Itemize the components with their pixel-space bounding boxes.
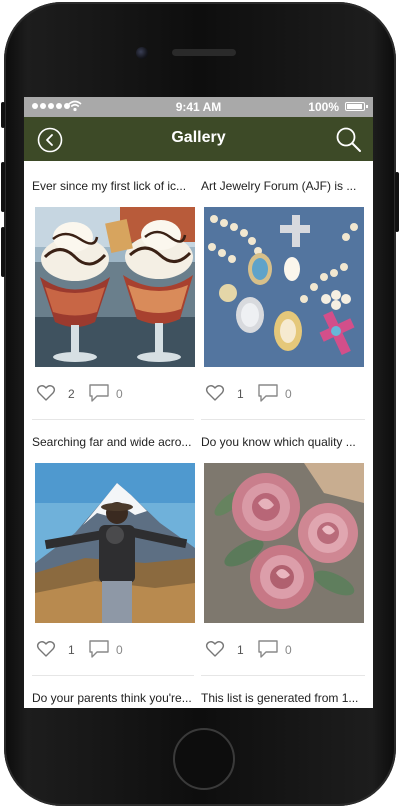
comment-count: 0 [116, 387, 123, 401]
power-button [395, 172, 399, 232]
post-caption[interactable]: Do your parents think you're... [32, 691, 197, 708]
post-stats: 1 0 [205, 383, 365, 405]
post-stats: 1 0 [205, 639, 365, 661]
comment-icon[interactable] [88, 383, 110, 403]
comment-count: 0 [116, 643, 123, 657]
heart-icon[interactable] [205, 383, 225, 403]
page-title: Gallery [171, 129, 226, 146]
post-image-jewelry[interactable] [204, 207, 364, 367]
comment-count: 0 [285, 643, 292, 657]
post-divider [32, 419, 194, 420]
like-count: 1 [237, 643, 244, 657]
post-caption[interactable]: This list is generated from 1... [201, 691, 366, 708]
post-divider [201, 675, 365, 676]
battery-percentage: 100% [308, 100, 339, 114]
post-caption[interactable]: Art Jewelry Forum (AJF) is ... [201, 179, 366, 197]
volume-down-button [1, 227, 5, 277]
comment-count: 0 [285, 387, 292, 401]
front-camera [136, 47, 148, 59]
heart-icon[interactable] [36, 383, 56, 403]
heart-icon[interactable] [36, 639, 56, 659]
battery-icon [345, 102, 368, 111]
post-divider [201, 419, 365, 420]
post-stats: 1 0 [36, 639, 196, 661]
post-stats: 2 0 [36, 383, 196, 405]
search-icon[interactable] [335, 126, 363, 154]
like-count: 1 [237, 387, 244, 401]
comment-icon[interactable] [257, 383, 279, 403]
heart-icon[interactable] [205, 639, 225, 659]
post-image-mountain-hiker[interactable] [35, 463, 195, 623]
home-button[interactable] [173, 728, 235, 790]
volume-up-button [1, 162, 5, 212]
post-divider [32, 675, 194, 676]
post-caption[interactable]: Do you know which quality ... [201, 435, 366, 453]
post-caption[interactable]: Ever since my first lick of ic... [32, 179, 197, 197]
post-caption[interactable]: Searching far and wide acro... [32, 435, 197, 453]
like-count: 1 [68, 643, 75, 657]
app-bar: Gallery [24, 117, 373, 161]
app-screen: 9:41 AM 100% Gallery Ever since my first… [24, 97, 373, 708]
status-bar: 9:41 AM 100% [24, 97, 373, 117]
comment-icon[interactable] [257, 639, 279, 659]
post-image-roses[interactable] [204, 463, 364, 623]
earpiece-speaker [172, 49, 236, 56]
like-count: 2 [68, 387, 75, 401]
comment-icon[interactable] [88, 639, 110, 659]
post-image-ice-cream[interactable] [35, 207, 195, 367]
mute-switch [1, 102, 5, 128]
